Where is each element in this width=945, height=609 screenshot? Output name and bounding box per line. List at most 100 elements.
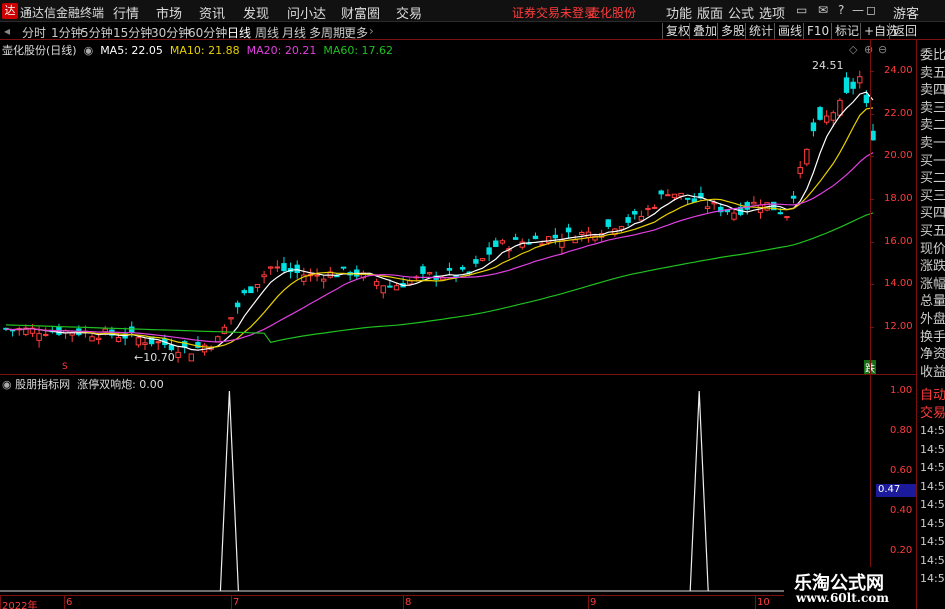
candle-body xyxy=(36,333,42,341)
arrow-left-icon[interactable]: ◂ xyxy=(4,24,10,38)
period-daily[interactable]: 日线 xyxy=(227,24,251,41)
period-monthly[interactable]: 月线 xyxy=(282,24,306,41)
candle-body xyxy=(671,193,678,198)
candle-body xyxy=(830,112,836,121)
btn-back[interactable]: 返回 xyxy=(889,23,920,39)
period-30min[interactable]: 30分钟 xyxy=(151,24,190,41)
price-tick: 14.00 xyxy=(884,278,913,290)
quote-field-label: 换手 xyxy=(920,329,945,345)
candle-body xyxy=(261,274,267,278)
menu-xuanxiang[interactable]: 选项 xyxy=(759,3,785,22)
candle-body xyxy=(512,237,519,240)
period-weekly[interactable]: 周线 xyxy=(255,24,279,41)
indicator-tick: 0.80 xyxy=(890,425,913,436)
menu-gongshi[interactable]: 公式 xyxy=(728,3,754,22)
btn-duogu[interactable]: 多股 xyxy=(717,23,748,39)
title-bar: 达 通达信金融终端 行情 市场 资讯 发现 问小达 财富圈 交易 证券交易未登录… xyxy=(0,0,945,22)
skin-icon[interactable]: ▭ xyxy=(796,3,807,17)
ma20-line xyxy=(5,152,874,343)
quote-field-label: 买三 xyxy=(920,188,945,204)
date-tick-mark xyxy=(231,595,232,609)
period-1min[interactable]: 1分钟 xyxy=(51,24,83,41)
trade-label[interactable]: 交易 xyxy=(920,402,945,421)
candle-body xyxy=(532,235,539,240)
menu-gongneng[interactable]: 功能 xyxy=(666,3,692,22)
menu-caifuquan[interactable]: 财富圈 xyxy=(341,3,380,22)
ma5-line xyxy=(5,91,874,351)
candle-body xyxy=(552,234,559,239)
candle-body xyxy=(155,341,161,344)
period-60min[interactable]: 60分钟 xyxy=(188,24,227,41)
candle-body xyxy=(843,77,850,93)
login-warning[interactable]: 证券交易未登录 xyxy=(512,4,596,21)
candle-body xyxy=(704,206,711,210)
trade-time: 14:55 xyxy=(920,461,945,474)
period-multi[interactable]: 多周期 xyxy=(309,24,345,41)
diamond-icon[interactable]: ◇ xyxy=(849,43,857,56)
menu-banmian[interactable]: 版面 xyxy=(697,3,723,22)
indicator-chart[interactable] xyxy=(0,375,916,595)
price-tick: 12.00 xyxy=(884,321,913,332)
help-icon[interactable]: ? xyxy=(838,3,844,17)
price-tick: 20.00 xyxy=(884,150,913,162)
menu-wenxiaoda[interactable]: 问小达 xyxy=(287,3,326,22)
period-5min[interactable]: 5分钟 xyxy=(81,24,113,41)
menu-shichang[interactable]: 市场 xyxy=(156,3,182,22)
candle-body xyxy=(426,272,433,275)
date-tick: 7 xyxy=(233,597,240,608)
menu-zixun[interactable]: 资讯 xyxy=(199,3,225,22)
cursor-value-box: 0.47 xyxy=(876,484,916,497)
candle-body xyxy=(863,94,870,104)
chevron-right-icon[interactable]: › xyxy=(369,24,374,38)
indicator-tick: 0.20 xyxy=(890,545,913,556)
period-15min[interactable]: 15分钟 xyxy=(113,24,152,41)
indicator-tick: 1.00 xyxy=(890,385,913,396)
period-more[interactable]: 更多 xyxy=(344,24,368,41)
btn-diejia[interactable]: 叠加 xyxy=(689,23,720,39)
quote-field-label: 委比 xyxy=(920,48,945,63)
candle-body xyxy=(645,207,651,210)
candle-body xyxy=(234,302,241,308)
date-tick-mark xyxy=(755,595,756,609)
candle-body xyxy=(340,266,347,269)
btn-huaxian[interactable]: 画线 xyxy=(774,23,805,39)
period-toolbar: ◂ 分时 1分钟 5分钟 15分钟 30分钟 60分钟 日线 周线 月线 多周期… xyxy=(0,22,945,40)
candle-body xyxy=(751,201,757,205)
price-tick: 22.00 xyxy=(884,107,913,119)
trade-time: 14:56 xyxy=(920,479,945,493)
menu-jiaoyi[interactable]: 交易 xyxy=(396,3,422,22)
btn-f10[interactable]: F10 xyxy=(803,23,832,39)
candle-body xyxy=(486,247,492,255)
candlestick-chart[interactable] xyxy=(0,40,916,375)
user-label[interactable]: 游客 xyxy=(893,3,919,22)
price-tick: 18.00 xyxy=(884,193,913,204)
quote-field-label: 卖三 xyxy=(920,100,945,116)
candle-body xyxy=(241,290,247,294)
menu-hangqing[interactable]: 行情 xyxy=(113,3,139,22)
price-tick: 16.00 xyxy=(884,235,913,247)
candle-body xyxy=(175,351,181,359)
btn-tongji[interactable]: 统计 xyxy=(745,23,776,39)
indicator-spike xyxy=(689,390,709,592)
candle-body xyxy=(804,148,810,165)
candle-body xyxy=(142,342,148,345)
candle-body xyxy=(420,266,426,274)
quote-side-panel: 委比 卖五 卖四 卖三 卖二 卖一 买一 买二 买三 买四 买五 现价 涨跌 涨幅 总量 外盘 换手 净资 收益 自动… xyxy=(916,40,945,609)
zoom-icon[interactable]: ⊕ xyxy=(864,43,873,56)
quote-field-label: 卖一 xyxy=(920,136,945,151)
candle-body xyxy=(89,336,95,342)
btn-biaoji[interactable]: 标记 xyxy=(831,23,862,39)
candle-body xyxy=(665,194,671,197)
candle-body xyxy=(274,266,281,269)
candle-body xyxy=(658,190,664,195)
period-fenshi[interactable]: 分时 xyxy=(22,24,46,41)
candle-body xyxy=(857,76,863,84)
trade-time: 14:55 xyxy=(920,442,945,456)
zoom-out-icon[interactable]: ⊖ xyxy=(878,43,887,56)
auto-trade-label[interactable]: 自动 xyxy=(920,384,945,403)
restore-icon[interactable]: ◻ xyxy=(866,3,876,17)
minimize-icon[interactable]: — xyxy=(852,3,864,17)
menu-faxian[interactable]: 发现 xyxy=(243,3,269,22)
candle-body xyxy=(446,267,453,271)
mail-icon[interactable]: ✉ xyxy=(818,3,828,17)
